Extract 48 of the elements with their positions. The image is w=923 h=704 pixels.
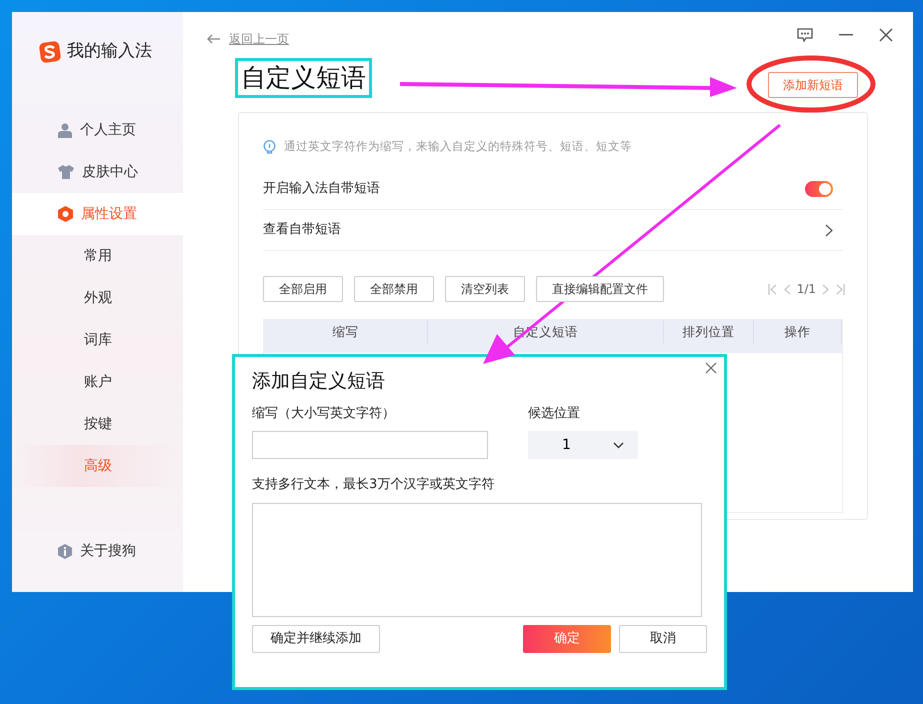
sidebar-subitem[interactable]: 常用 [12,235,183,277]
field-label: 候选位置 [528,404,581,422]
column-header: 操作 [754,320,842,344]
person-icon [58,122,72,138]
chevron-right-icon[interactable] [825,224,833,236]
dialog-button[interactable]: 确定并继续添加 [252,624,380,652]
info-icon [58,544,72,558]
close-icon[interactable] [879,28,893,42]
sidebar-subitem[interactable]: 词库 [12,319,183,361]
first-page-icon[interactable] [768,284,778,294]
last-page-icon[interactable] [835,284,845,294]
back-link[interactable]: 返回上一页 [229,30,289,48]
page-title: 自定义短语 [241,62,366,94]
column-header: 缩写 [264,320,428,344]
feedback-icon[interactable] [797,28,813,42]
input-field[interactable] [252,431,488,459]
minimize-icon[interactable] [839,34,853,36]
column-header: 排列位置 [664,320,754,344]
previous-page-icon[interactable] [784,284,791,294]
page-indicator: 1/1 [796,281,816,298]
hint-text: 通过英文字符作为缩写，来输入自定义的特殊符号、短语、短文等 [284,138,632,156]
dialog-button[interactable]: 取消 [619,624,707,652]
app-title: 我的输入法 [67,40,152,64]
toggle-switch[interactable] [805,181,833,197]
dialog-title: 添加自定义短语 [252,369,386,394]
sidebar-item[interactable]: 个人主页 [12,109,183,151]
toolbar-button[interactable]: 直接编辑配置文件 [536,276,664,302]
sidebar-subitem[interactable]: 外观 [12,277,183,319]
sidebar-item[interactable]: 皮肤中心 [12,151,183,193]
back-arrow-icon [207,34,221,44]
logo-icon [39,41,61,63]
next-page-icon[interactable] [822,284,829,294]
sidebar-item[interactable]: 关于搜狗 [12,530,183,572]
setting-label: 查看自带短语 [263,221,341,240]
hexagon-icon [58,206,73,222]
shirt-icon [58,165,74,179]
sidebar-subitem[interactable]: 按键 [12,403,183,445]
sidebar-subitem[interactable]: 账户 [12,361,183,403]
chevron-down-icon [613,442,624,448]
toolbar-button[interactable]: 全部禁用 [354,276,434,302]
toolbar-button[interactable]: 全部启用 [263,276,343,302]
close-icon[interactable] [705,362,717,374]
field-label: 支持多行文本，最长3万个汉字或英文字符 [252,476,496,494]
position-dropdown[interactable]: 1 [528,431,638,459]
field-label: 缩写（大小写英文字符） [252,404,396,422]
toolbar-button[interactable]: 清空列表 [445,276,525,302]
lightbulb-icon [263,140,276,154]
setting-label: 开启输入法自带短语 [263,180,380,198]
